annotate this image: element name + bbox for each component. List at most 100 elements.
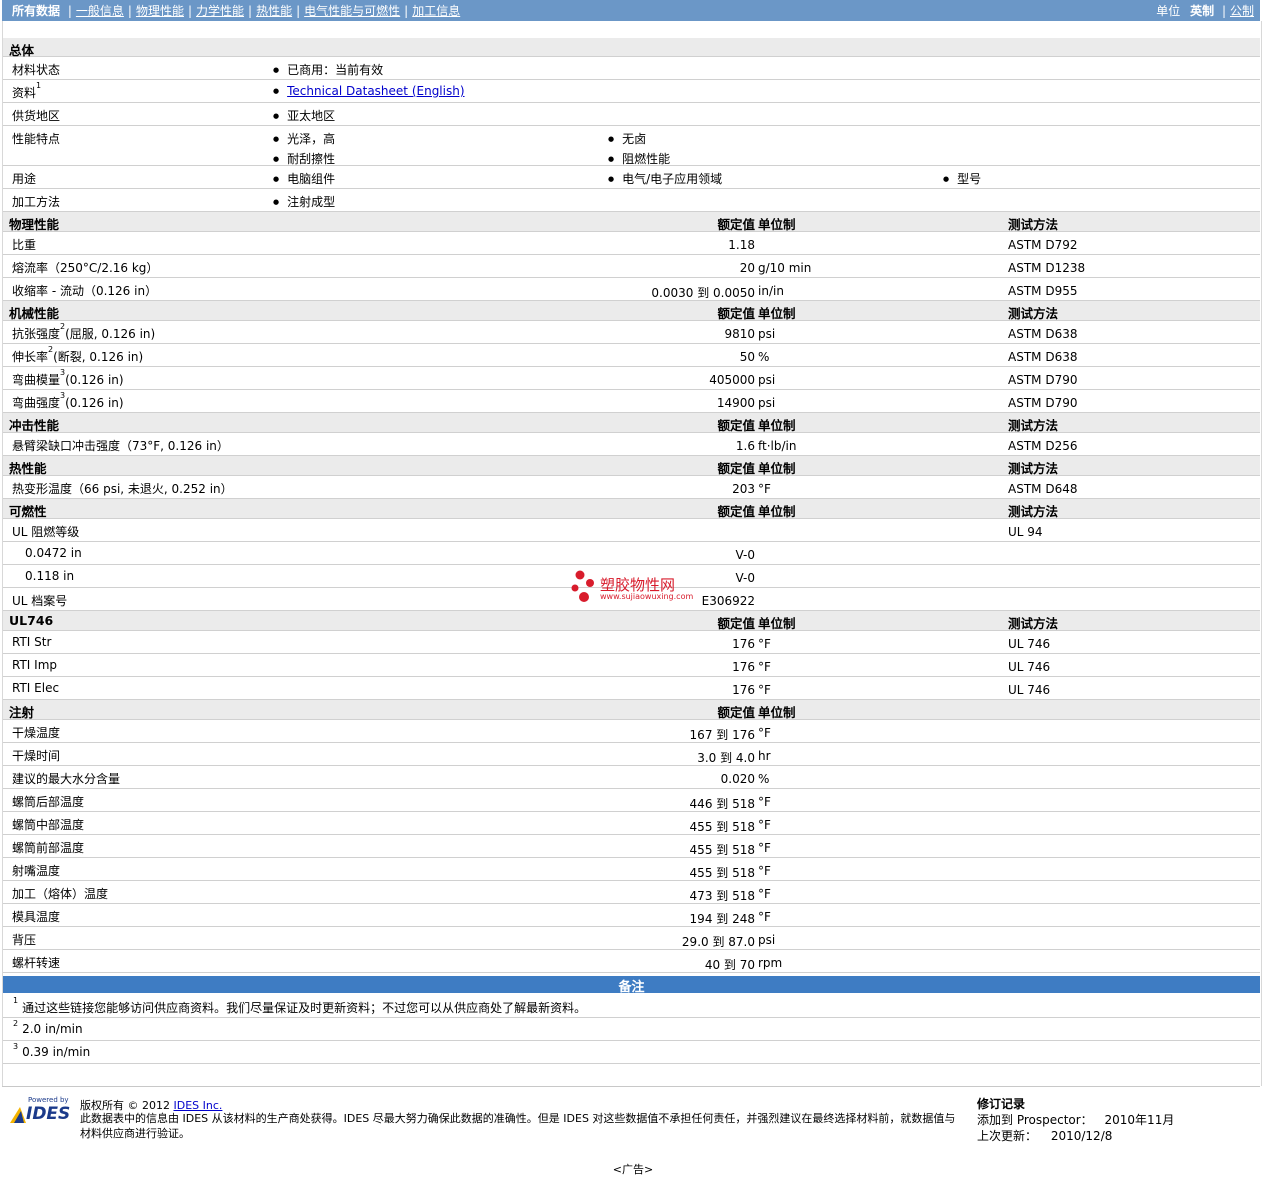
general-row-label: 用途 <box>12 170 36 187</box>
unit-metric-link[interactable]: 公制 <box>1230 4 1254 18</box>
property-label: 螺筒中部温度 <box>12 816 84 833</box>
property-value: 176 <box>732 660 755 674</box>
property-condition: (屈服, 0.126 in) <box>65 327 156 341</box>
property-value: 167 到 176 <box>689 728 755 742</box>
property-label: 背压 <box>12 931 36 948</box>
tab-6[interactable]: 加工信息 <box>412 4 460 18</box>
property-name: 抗张强度 <box>12 327 61 341</box>
property-value: 1.6 <box>735 439 755 453</box>
general-row-label: 材料状态 <box>12 61 60 78</box>
technical-datasheet-link[interactable]: Technical Datasheet (English) <box>287 84 464 98</box>
property-row: 收缩率 - 流动（0.126 in） 0.0030 到 0.0050 in/in AS… <box>3 278 1260 301</box>
general-row-label: 性能特点 <box>12 130 60 147</box>
col-value-header: 额定值 <box>717 504 755 519</box>
property-value: V-0 <box>735 571 755 585</box>
property-name: 悬臂梁缺口冲击强度（73°F, 0.126 in） <box>12 439 229 453</box>
property-row: 热变形温度（66 psi, 未退火, 0.252 in） 203 °F ASTM D6… <box>3 476 1260 499</box>
property-row: 悬臂梁缺口冲击强度（73°F, 0.126 in） 1.6 ft·lb/in ASTM… <box>3 433 1260 456</box>
section-header: 可燃性 额定值 单位制 测试方法 <box>3 499 1260 519</box>
unit-english[interactable]: 英制 <box>1190 4 1214 18</box>
property-condition: (0.126 in) <box>65 373 124 387</box>
property-label: 射嘴温度 <box>12 862 60 879</box>
property-name: 比重 <box>12 238 37 252</box>
property-name: 射嘴温度 <box>12 864 61 878</box>
col-value-header: 额定值 <box>717 418 755 433</box>
property-label: RTI Elec <box>12 681 59 695</box>
property-value: V-0 <box>735 548 755 562</box>
property-value: 29.0 到 87.0 <box>681 935 755 949</box>
general-row-label: 加工方法 <box>12 193 60 210</box>
property-unit: °F <box>758 818 771 832</box>
footnote-ref: 2 <box>48 345 54 354</box>
property-condition: (0.126 in) <box>65 396 124 410</box>
label-text: 加工方法 <box>12 195 61 209</box>
property-value: 405000 <box>709 373 755 387</box>
property-value: E306922 <box>701 594 755 608</box>
property-label: 伸长率2(断裂, 0.126 in) <box>12 345 143 365</box>
property-row: RTI Imp 176 °F UL 746 <box>3 654 1260 677</box>
tab-1[interactable]: 一般信息 <box>76 4 124 18</box>
col-unit-header: 单位制 <box>758 418 796 433</box>
tab-5[interactable]: 电气性能与可燃性 <box>304 4 400 18</box>
property-value: 446 到 518 <box>689 797 755 811</box>
property-name: 熔流率（250°C/2.16 kg） <box>12 261 159 275</box>
bullet-item: 光泽，高 <box>273 130 335 147</box>
section-title: 注射 <box>9 705 35 720</box>
property-unit: psi <box>758 933 776 947</box>
general-row-label: 供货地区 <box>12 107 60 124</box>
property-value: 1.18 <box>728 238 755 252</box>
property-label: 比重 <box>12 236 36 253</box>
logo-powered-by: Powered by <box>28 1096 69 1104</box>
property-name: RTI Imp <box>12 658 57 672</box>
label-text: 用途 <box>12 172 37 186</box>
property-label: 螺筒前部温度 <box>12 839 84 856</box>
bullet-item: 亚太地区 <box>273 107 335 124</box>
watermark: 塑胶物性网 www.sujiaowuxing.com <box>570 570 693 607</box>
property-test-method: ASTM D638 <box>1008 350 1078 364</box>
property-test-method: ASTM D790 <box>1008 373 1078 387</box>
property-name: UL 档案号 <box>12 594 68 608</box>
nav-separator: | <box>296 4 301 18</box>
property-label: RTI Imp <box>12 658 57 672</box>
note-text: 1通过这些链接您能够访问供应商资料。我们尽量保证及时更新资料；不过您可以从供应商… <box>13 996 586 1016</box>
property-label: 熔流率（250°C/2.16 kg） <box>12 259 158 276</box>
tab-3[interactable]: 力学性能 <box>196 4 244 18</box>
property-value: 176 <box>732 683 755 697</box>
property-label: 收缩率 - 流动（0.126 in） <box>12 282 157 299</box>
nav-separator: | <box>1221 4 1226 18</box>
property-test-method: ASTM D790 <box>1008 396 1078 410</box>
property-label: UL 阻燃等级 <box>12 523 79 540</box>
property-row: 弯曲强度3(0.126 in) 14900 psi ASTM D790 <box>3 390 1260 413</box>
footnote-ref: 3 <box>60 391 66 400</box>
property-unit: °F <box>758 726 771 740</box>
col-test-header: 测试方法 <box>1008 306 1059 321</box>
property-unit: °F <box>758 910 771 924</box>
property-row: 螺筒前部温度 455 到 518 °F <box>3 835 1260 858</box>
tab-4[interactable]: 热性能 <box>256 4 292 18</box>
footer-divider <box>2 1086 1260 1087</box>
tab-all-data[interactable]: 所有数据 <box>12 4 60 18</box>
property-unit: psi <box>758 396 776 410</box>
property-row: 弯曲模量3(0.126 in) 405000 psi ASTM D790 <box>3 367 1260 390</box>
note-row: 3 0.39 in/min <box>3 1041 1260 1064</box>
label-text: 供货地区 <box>12 109 61 123</box>
property-test-method: UL 746 <box>1008 660 1051 674</box>
note-number: 3 <box>13 1042 19 1051</box>
property-unit: % <box>758 350 770 364</box>
col-unit-header: 单位制 <box>758 217 796 232</box>
property-name: RTI Str <box>12 635 52 649</box>
property-name: 0.118 in <box>25 569 75 583</box>
property-test-method: ASTM D256 <box>1008 439 1078 453</box>
section-header: 机械性能 额定值 单位制 测试方法 <box>3 301 1260 321</box>
property-unit: hr <box>758 749 771 763</box>
label-text: 资料 <box>12 86 37 100</box>
section-header: UL746 额定值 单位制 测试方法 <box>3 611 1260 631</box>
note-text: 2 2.0 in/min <box>13 1019 83 1036</box>
general-row: 供货地区 亚太地区 <box>3 103 1260 126</box>
note-body: 0.39 in/min <box>22 1045 91 1059</box>
general-row: 资料1 Technical Datasheet (English) <box>3 80 1260 103</box>
footnote-ref: 3 <box>60 368 66 377</box>
property-value: 203 <box>732 482 755 496</box>
tab-2[interactable]: 物理性能 <box>136 4 184 18</box>
ides-logo-icon <box>10 1107 26 1123</box>
